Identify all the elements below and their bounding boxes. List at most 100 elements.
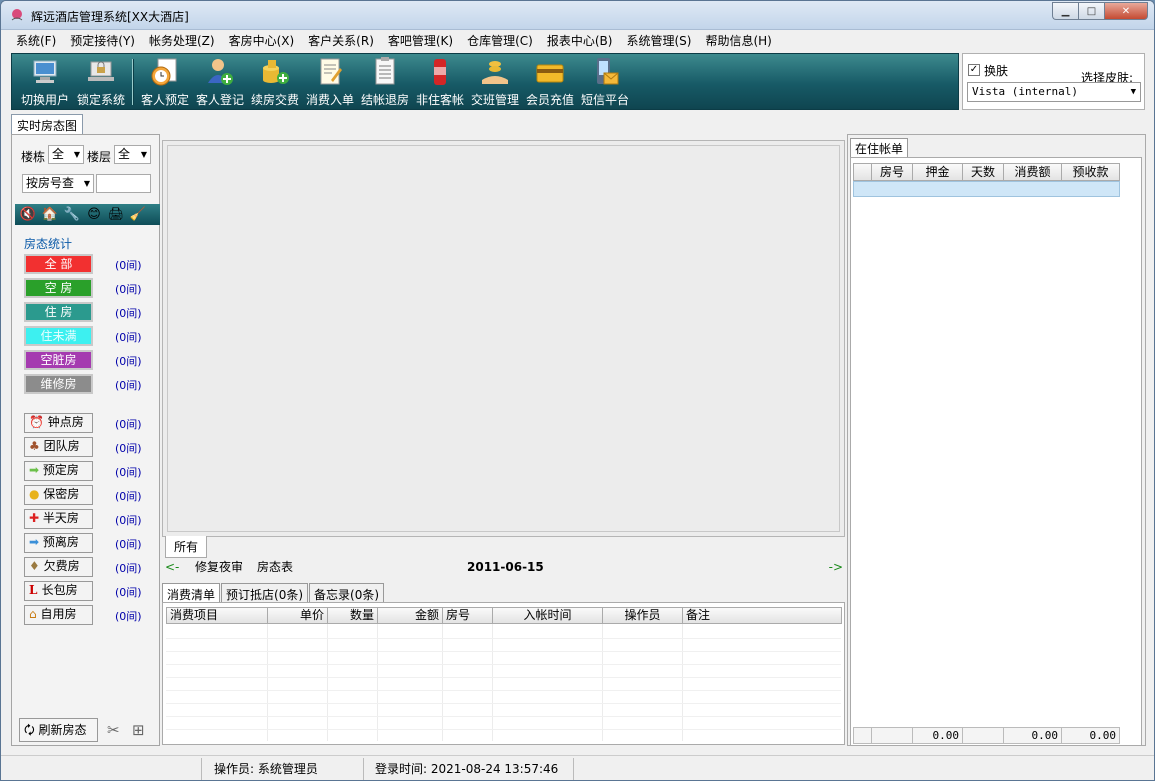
main-window: 辉远酒店管理系统[XX大酒店] ▁ □ ✕ 系统(F) 预定接待(Y) 帐务处理… [0,0,1155,781]
left-panel: 楼栋 全 ▼ 楼层 全 ▼ 按房号查 ▼ 🔇 🏠 🔧 😊 🖨 🧹 房态统计 全 部 (… [11,134,160,746]
row-indicator-header [853,163,872,181]
shift-handover-button[interactable]: 交班管理 [468,56,522,109]
lock-system-button[interactable]: 锁定系统 [74,56,128,109]
menu-booking[interactable]: 预定接待(Y) [63,30,142,52]
menu-warehouse[interactable]: 仓库管理(C) [460,30,540,52]
status-all-button[interactable]: 全 部 [24,254,93,274]
toolbar-separator [132,59,134,105]
room-action-strip: 🔇 🏠 🔧 😊 🖨 🧹 [15,204,160,225]
col-quantity[interactable]: 数量 [327,607,378,624]
chevron-down-icon: ▼ [1130,87,1136,97]
col-room-no[interactable]: 房号 [871,163,913,181]
type-group-button[interactable]: ♣ 团队房 [24,437,93,457]
menu-help[interactable]: 帮助信息(H) [698,30,778,52]
switch-user-button[interactable]: 切换用户 [18,56,72,109]
col-deposit[interactable]: 押金 [912,163,963,181]
col-unit-price[interactable]: 单价 [267,607,328,624]
col-remarks[interactable]: 备注 [682,607,842,624]
menu-reports[interactable]: 报表中心(B) [540,30,620,52]
selected-row[interactable] [853,181,1120,197]
operator-status: 操作员: 系统管理员 [214,762,318,776]
tab-in-house-bills[interactable]: 在住帐单 [850,138,909,158]
consumption-entry-button[interactable]: 消费入单 [303,56,357,109]
col-operator[interactable]: 操作员 [602,607,683,624]
menu-crm[interactable]: 客户关系(R) [301,30,381,52]
type-arrears-button[interactable]: ♦ 欠费房 [24,557,93,577]
tab-realtime-room-status[interactable]: 实时房态图 [11,114,84,136]
menu-bar-management[interactable]: 客吧管理(K) [381,30,460,52]
menu-housekeeping[interactable]: 客房中心(X) [222,30,302,52]
layout-icon[interactable]: ⊞ [132,721,145,739]
skin-checkbox[interactable]: ✓ [968,64,980,76]
status-occupied-button[interactable]: 住 房 [24,302,93,322]
member-recharge-button[interactable]: 会员充值 [523,56,577,109]
type-arrears-count: (0间) [115,562,142,575]
refresh-room-status-button[interactable]: 🗘 刷新房态 [19,718,98,742]
lock-laptop-icon [88,61,114,81]
type-self-use-count: (0间) [115,610,142,623]
skin-checkbox-label: 换肤 [984,64,1009,78]
smiley-icon[interactable]: 😊 [84,206,104,223]
menu-bar: 系统(F) 预定接待(Y) 帐务处理(Z) 客房中心(X) 客户关系(R) 客吧… [1,30,1154,52]
date-prev-button[interactable]: <- [165,558,179,576]
current-date: 2011-06-15 [467,560,544,574]
sms-platform-button[interactable]: 短信平台 [578,56,632,109]
room-status-table-link[interactable]: 房态表 [257,558,293,576]
status-maintenance-button[interactable]: 维修房 [24,374,93,394]
guest-reservation-button[interactable]: 客人预定 [138,56,192,109]
checkout-button[interactable]: 结帐退房 [358,56,412,109]
type-reserved-count: (0间) [115,466,142,479]
skin-select[interactable]: Vista (internal) ▼ [967,82,1141,102]
col-item[interactable]: 消费项目 [166,607,268,624]
room-status-icon[interactable]: 🏠 [40,206,60,223]
col-prepayment[interactable]: 预收款 [1061,163,1120,181]
type-confidential-button[interactable]: ● 保密房 [24,485,93,505]
status-vacant-dirty-button[interactable]: 空脏房 [24,350,93,370]
type-hourly-count: (0间) [115,418,142,431]
maintenance-icon[interactable]: 🔧 [62,206,82,223]
type-departing-button[interactable]: ➡ 预离房 [24,533,93,553]
col-consumption[interactable]: 消费额 [1003,163,1062,181]
minimize-button[interactable]: ▁ [1052,2,1078,20]
col-days[interactable]: 天数 [962,163,1004,181]
guest-registration-button[interactable]: 客人登记 [193,56,247,109]
non-guest-account-button[interactable]: 非住客帐 [413,56,467,109]
app-logo-icon [11,9,23,21]
type-reserved-button[interactable]: ➡ 预定房 [24,461,93,481]
type-self-use-button[interactable]: ⌂ 自用房 [24,605,93,625]
extend-stay-button[interactable]: 续房交费 [248,56,302,109]
close-button[interactable]: ✕ [1104,2,1148,20]
type-hourly-button[interactable]: ⏰ 钟点房 [24,413,93,433]
menu-system-admin[interactable]: 系统管理(S) [619,30,698,52]
col-amount[interactable]: 金额 [377,607,443,624]
room-search-input[interactable] [96,174,151,193]
clean-icon[interactable]: 🧹 [128,206,148,223]
col-entry-time[interactable]: 入帐时间 [492,607,603,624]
printer-icon[interactable]: 🖨 [106,206,126,223]
maximize-button[interactable]: □ [1078,2,1104,20]
dirty-room-icon[interactable]: 🔇 [18,206,38,223]
money-bag-icon: ♦ [29,559,44,573]
chevron-down-icon: ▼ [83,179,90,188]
search-mode-select[interactable]: 按房号查 ▼ [22,174,94,193]
coins-icon [263,60,289,84]
menu-system[interactable]: 系统(F) [9,30,63,52]
type-half-day-button[interactable]: ✚ 半天房 [24,509,93,529]
col-room-no[interactable]: 房号 [442,607,493,624]
chevron-down-icon: ▼ [140,150,147,159]
building-select[interactable]: 全 ▼ [48,145,84,164]
type-long-stay-button[interactable]: L 长包房 [24,581,93,601]
chevron-down-icon: ▼ [73,150,80,159]
window-title: 辉远酒店管理系统[XX大酒店] [31,10,189,24]
tools-icon[interactable]: ✂ [107,721,120,739]
status-vacant-button[interactable]: 空 房 [24,278,93,298]
date-next-button[interactable]: -> [829,558,843,576]
floor-select[interactable]: 全 ▼ [114,145,151,164]
tab-all-rooms[interactable]: 所有 [165,536,208,558]
long-stay-icon: L [29,583,42,597]
menu-accounts[interactable]: 帐务处理(Z) [142,30,222,52]
clock-icon: ⏰ [29,415,48,429]
status-partial-button[interactable]: 住未满 [24,326,93,346]
fix-night-audit-link[interactable]: 修复夜审 [195,558,243,576]
consumption-grid: 消费项目 单价 数量 金额 房号 入帐时间 操作员 备注 [162,602,845,745]
